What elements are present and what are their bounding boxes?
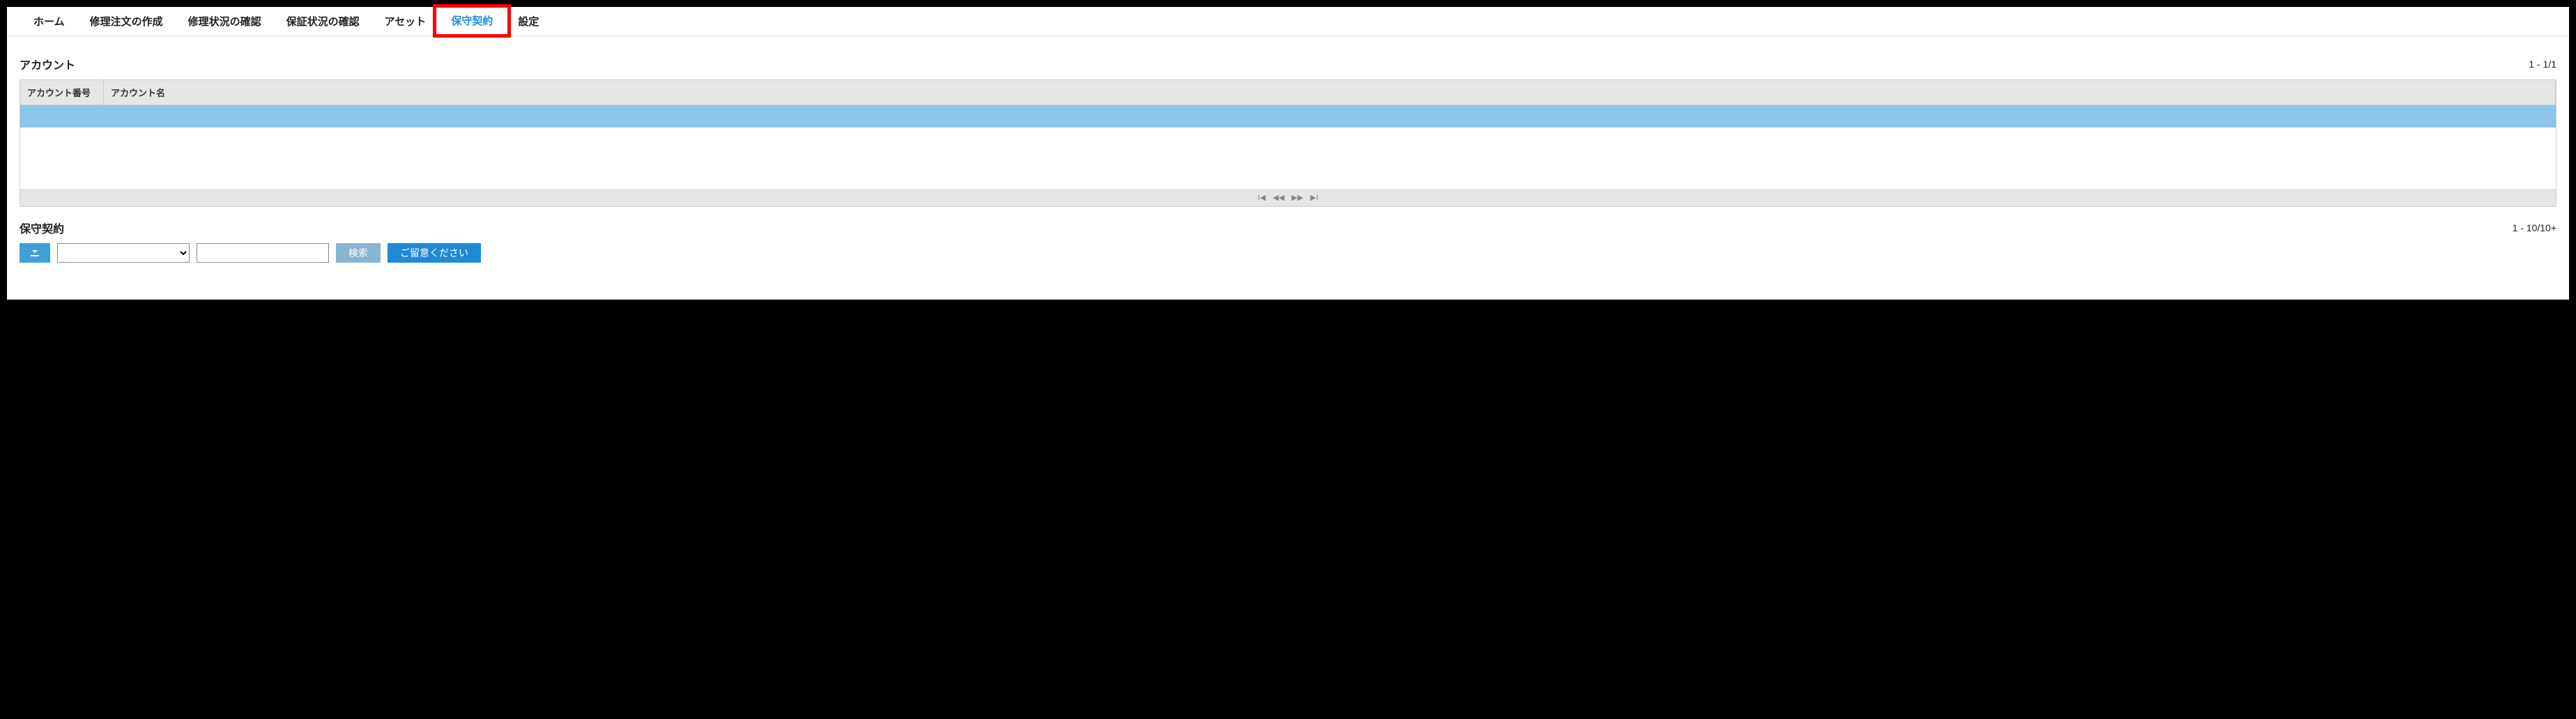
nav-maintenance-contract[interactable]: 保守契約: [438, 6, 505, 37]
pager-prev-icon[interactable]: ◀◀: [1273, 193, 1285, 202]
contract-section-title: 保守契約: [20, 219, 64, 236]
account-table: アカウント番号 アカウント名 I◀ ◀◀ ▶▶ ▶I: [20, 79, 2556, 207]
note-button[interactable]: ご留意ください: [388, 243, 481, 263]
download-button[interactable]: [20, 243, 50, 263]
contract-toolbar: 検索 ご留意ください: [20, 243, 2556, 263]
cell-account-name: [104, 105, 2556, 127]
filter-select[interactable]: [57, 243, 190, 263]
nav-warranty-status[interactable]: 保証状況の確認: [274, 7, 372, 36]
account-page-range: 1 - 1/1: [2529, 59, 2556, 70]
contract-page-range: 1 - 10/10+: [2513, 222, 2556, 233]
nav-home[interactable]: ホーム: [21, 7, 77, 36]
account-section-title: アカウント: [20, 56, 75, 72]
nav-repair-status[interactable]: 修理状況の確認: [176, 7, 274, 36]
account-col-number[interactable]: アカウント番号: [20, 80, 104, 105]
search-input[interactable]: [197, 243, 329, 263]
download-icon: [29, 246, 40, 261]
search-button[interactable]: 検索: [336, 243, 381, 263]
nav-settings[interactable]: 設定: [505, 7, 551, 36]
account-pager: I◀ ◀◀ ▶▶ ▶I: [20, 189, 2556, 206]
pager-next-icon[interactable]: ▶▶: [1291, 193, 1303, 202]
cell-account-number: [20, 105, 104, 127]
nav-create-repair-order[interactable]: 修理注文の作成: [77, 7, 176, 36]
nav-asset[interactable]: アセット: [372, 7, 439, 36]
table-row[interactable]: [20, 105, 2556, 127]
account-col-name[interactable]: アカウント名: [104, 80, 2556, 105]
pager-first-icon[interactable]: I◀: [1258, 193, 1266, 202]
top-nav: ホーム 修理注文の作成 修理状況の確認 保証状況の確認 アセット 保守契約 設定: [7, 7, 2569, 36]
pager-last-icon[interactable]: ▶I: [1310, 193, 1319, 202]
